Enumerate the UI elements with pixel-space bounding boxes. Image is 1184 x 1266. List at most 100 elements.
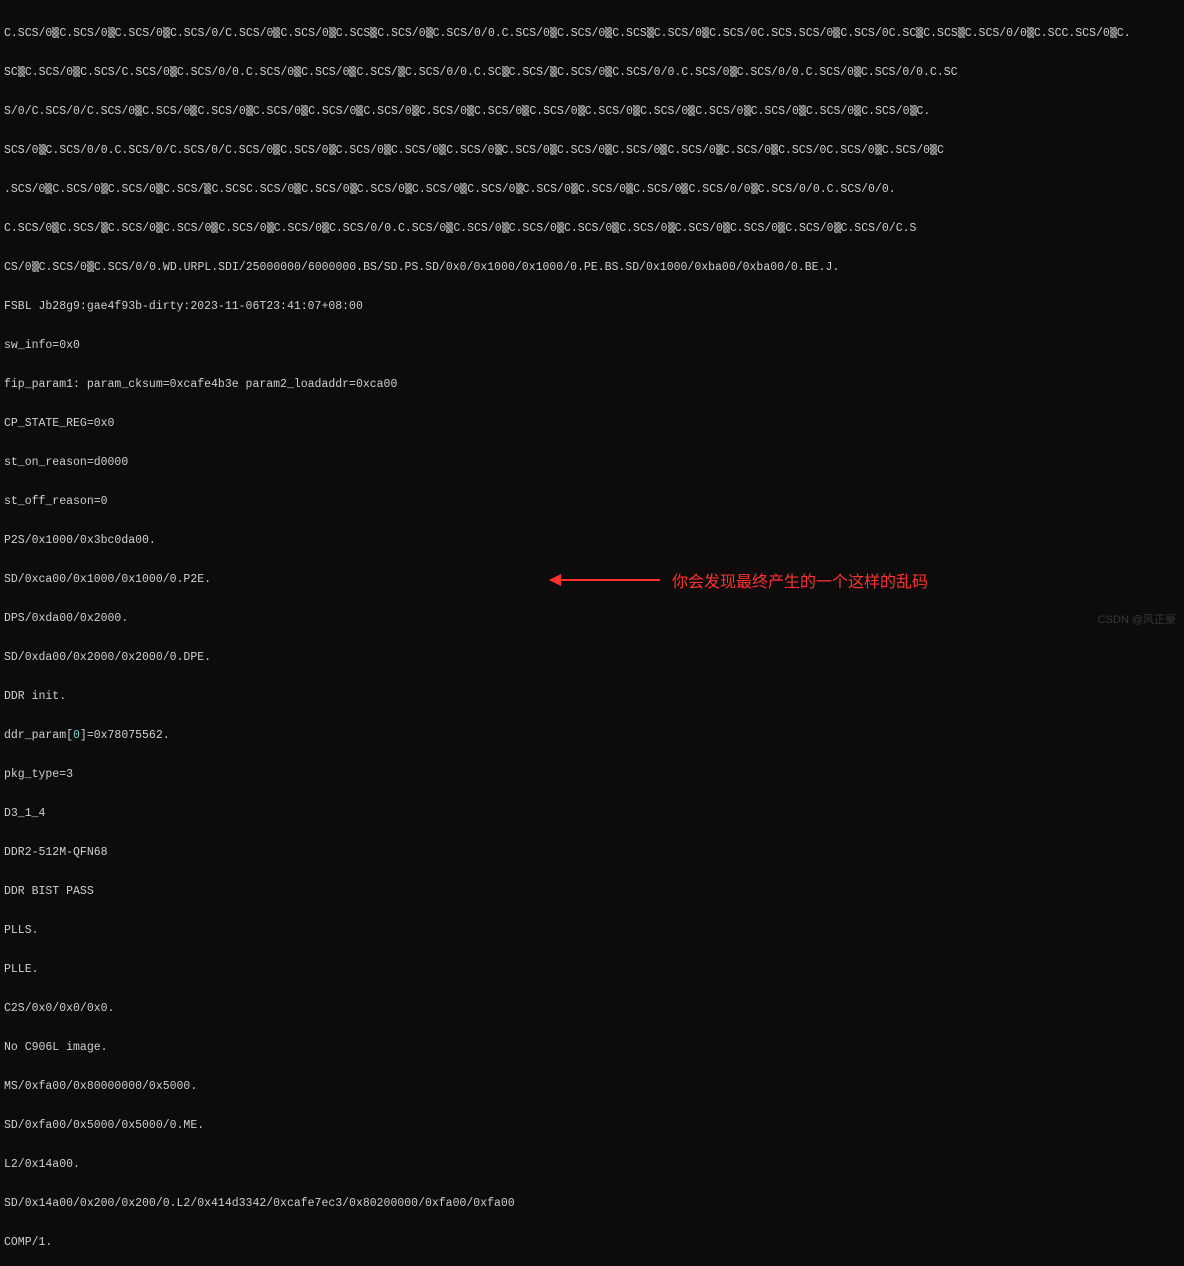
log-line: PLLS. <box>4 924 1180 937</box>
garbage-glyph-icon <box>626 183 633 194</box>
garbage-line-6: C.SCS/0C.SCS/C.SCS/0C.SCS/0C.SCS/0C.SCS/… <box>4 222 1180 235</box>
garbage-line-1: C.SCS/0C.SCS/0C.SCS/0C.SCS/0/C.SCS/0C.SC… <box>4 27 1180 40</box>
garbage-glyph-icon <box>910 105 917 116</box>
arrow-left-icon <box>550 579 660 581</box>
garbage-glyph-icon <box>52 222 59 233</box>
garbage-glyph-icon <box>502 66 509 77</box>
garbage-glyph-icon <box>723 222 730 233</box>
garbage-glyph-icon <box>612 222 619 233</box>
log-line: SD/0xda00/0x2000/0x2000/0.DPE. <box>4 651 1180 664</box>
garbage-glyph-icon <box>516 183 523 194</box>
garbage-line-2: SCC.SCS/0C.SCS/C.SCS/0C.SCS/0/0.C.SCS/0C… <box>4 66 1180 79</box>
garbage-glyph-icon <box>930 144 937 155</box>
log-line: C2S/0x0/0x0/0x0. <box>4 1002 1180 1015</box>
garbage-glyph-icon <box>398 66 405 77</box>
garbage-glyph-icon <box>73 66 80 77</box>
garbage-glyph-icon <box>39 144 46 155</box>
log-line-ddr-param: ddr_param[0]=0x78075562. <box>4 729 1180 742</box>
garbage-glyph-icon <box>18 66 25 77</box>
garbage-glyph-icon <box>771 144 778 155</box>
annotation-callout: 你会发现最终产生的一个这样的乱码 <box>550 568 928 592</box>
log-line: L2/0x14a00. <box>4 1158 1180 1171</box>
annotation-text: 你会发现最终产生的一个这样的乱码 <box>672 568 928 592</box>
garbage-glyph-icon <box>135 105 142 116</box>
garbage-glyph-icon <box>446 222 453 233</box>
garbage-line-7: CS/0C.SCS/0C.SCS/0/0.WD.URPL.SDI/2500000… <box>4 261 1180 274</box>
garbage-glyph-icon <box>875 144 882 155</box>
log-line: MS/0xfa00/0x80000000/0x5000. <box>4 1080 1180 1093</box>
garbage-glyph-icon <box>716 144 723 155</box>
garbage-glyph-icon <box>273 27 280 38</box>
garbage-glyph-icon <box>958 27 965 38</box>
garbage-line-4: SCS/0C.SCS/0/0.C.SCS/0/C.SCS/0/C.SCS/0C.… <box>4 144 1180 157</box>
garbage-glyph-icon <box>45 183 52 194</box>
ddr-index: 0 <box>73 729 80 742</box>
garbage-glyph-icon <box>854 105 861 116</box>
log-line: FSBL Jb28g9:gae4f93b-dirty:2023-11-06T23… <box>4 300 1180 313</box>
garbage-glyph-icon <box>273 144 280 155</box>
garbage-glyph-icon <box>633 105 640 116</box>
garbage-glyph-icon <box>502 222 509 233</box>
garbage-glyph-icon <box>101 183 108 194</box>
log-line: P2S/0x1000/0x3bc0da00. <box>4 534 1180 547</box>
garbage-glyph-icon <box>322 222 329 233</box>
log-line: D3_1_4 <box>4 807 1180 820</box>
log-line: PLLE. <box>4 963 1180 976</box>
garbage-glyph-icon <box>681 183 688 194</box>
log-line: DPS/0xda00/0x2000. <box>4 612 1180 625</box>
garbage-glyph-icon <box>688 105 695 116</box>
garbage-glyph-icon <box>578 105 585 116</box>
garbage-glyph-icon <box>916 27 923 38</box>
garbage-glyph-icon <box>799 105 806 116</box>
terminal-output: C.SCS/0C.SCS/0C.SCS/0C.SCS/0/C.SCS/0C.SC… <box>0 0 1184 1266</box>
garbage-glyph-icon <box>426 27 433 38</box>
garbage-glyph-icon <box>170 66 177 77</box>
garbage-glyph-icon <box>246 105 253 116</box>
garbage-glyph-icon <box>550 144 557 155</box>
garbage-glyph-icon <box>163 27 170 38</box>
log-line: No C906L image. <box>4 1041 1180 1054</box>
garbage-glyph-icon <box>156 222 163 233</box>
garbage-glyph-icon <box>744 105 751 116</box>
log-line: st_on_reason=d0000 <box>4 456 1180 469</box>
garbage-glyph-icon <box>605 144 612 155</box>
garbage-line-3: S/0/C.SCS/0/C.SCS/0C.SCS/0C.SCS/0C.SCS/0… <box>4 105 1180 118</box>
garbage-glyph-icon <box>412 105 419 116</box>
garbage-glyph-icon <box>605 66 612 77</box>
garbage-glyph-icon <box>204 183 211 194</box>
garbage-glyph-icon <box>522 105 529 116</box>
garbage-glyph-icon <box>156 183 163 194</box>
garbage-glyph-icon <box>833 27 840 38</box>
watermark-text: CSDN @风正豪 <box>1098 611 1176 627</box>
garbage-glyph-icon <box>32 261 39 272</box>
garbage-glyph-icon <box>329 144 336 155</box>
garbage-glyph-icon <box>294 183 301 194</box>
log-line: SD/0xfa00/0x5000/0x5000/0.ME. <box>4 1119 1180 1132</box>
garbage-glyph-icon <box>350 183 357 194</box>
garbage-glyph-icon <box>647 27 654 38</box>
garbage-glyph-icon <box>702 27 709 38</box>
garbage-glyph-icon <box>557 222 564 233</box>
garbage-glyph-icon <box>854 66 861 77</box>
garbage-glyph-icon <box>439 144 446 155</box>
garbage-glyph-icon <box>550 27 557 38</box>
log-line: SD/0x14a00/0x200/0x200/0.L2/0x414d3342/0… <box>4 1197 1180 1210</box>
garbage-glyph-icon <box>52 27 59 38</box>
garbage-line-5: .SCS/0C.SCS/0C.SCS/0C.SCS/C.SCSC.SCS/0C.… <box>4 183 1180 196</box>
garbage-glyph-icon <box>751 183 758 194</box>
ddr-suffix: ]=0x78075562. <box>80 729 170 742</box>
garbage-glyph-icon <box>384 144 391 155</box>
garbage-glyph-icon <box>467 105 474 116</box>
garbage-glyph-icon <box>550 66 557 77</box>
garbage-glyph-icon <box>668 222 675 233</box>
garbage-glyph-icon <box>101 222 108 233</box>
log-line: DDR init. <box>4 690 1180 703</box>
garbage-glyph-icon <box>405 183 412 194</box>
log-line: pkg_type=3 <box>4 768 1180 781</box>
garbage-glyph-icon <box>1110 27 1117 38</box>
garbage-glyph-icon <box>87 261 94 272</box>
garbage-glyph-icon <box>108 27 115 38</box>
garbage-glyph-icon <box>571 183 578 194</box>
garbage-glyph-icon <box>605 27 612 38</box>
garbage-glyph-icon <box>356 105 363 116</box>
